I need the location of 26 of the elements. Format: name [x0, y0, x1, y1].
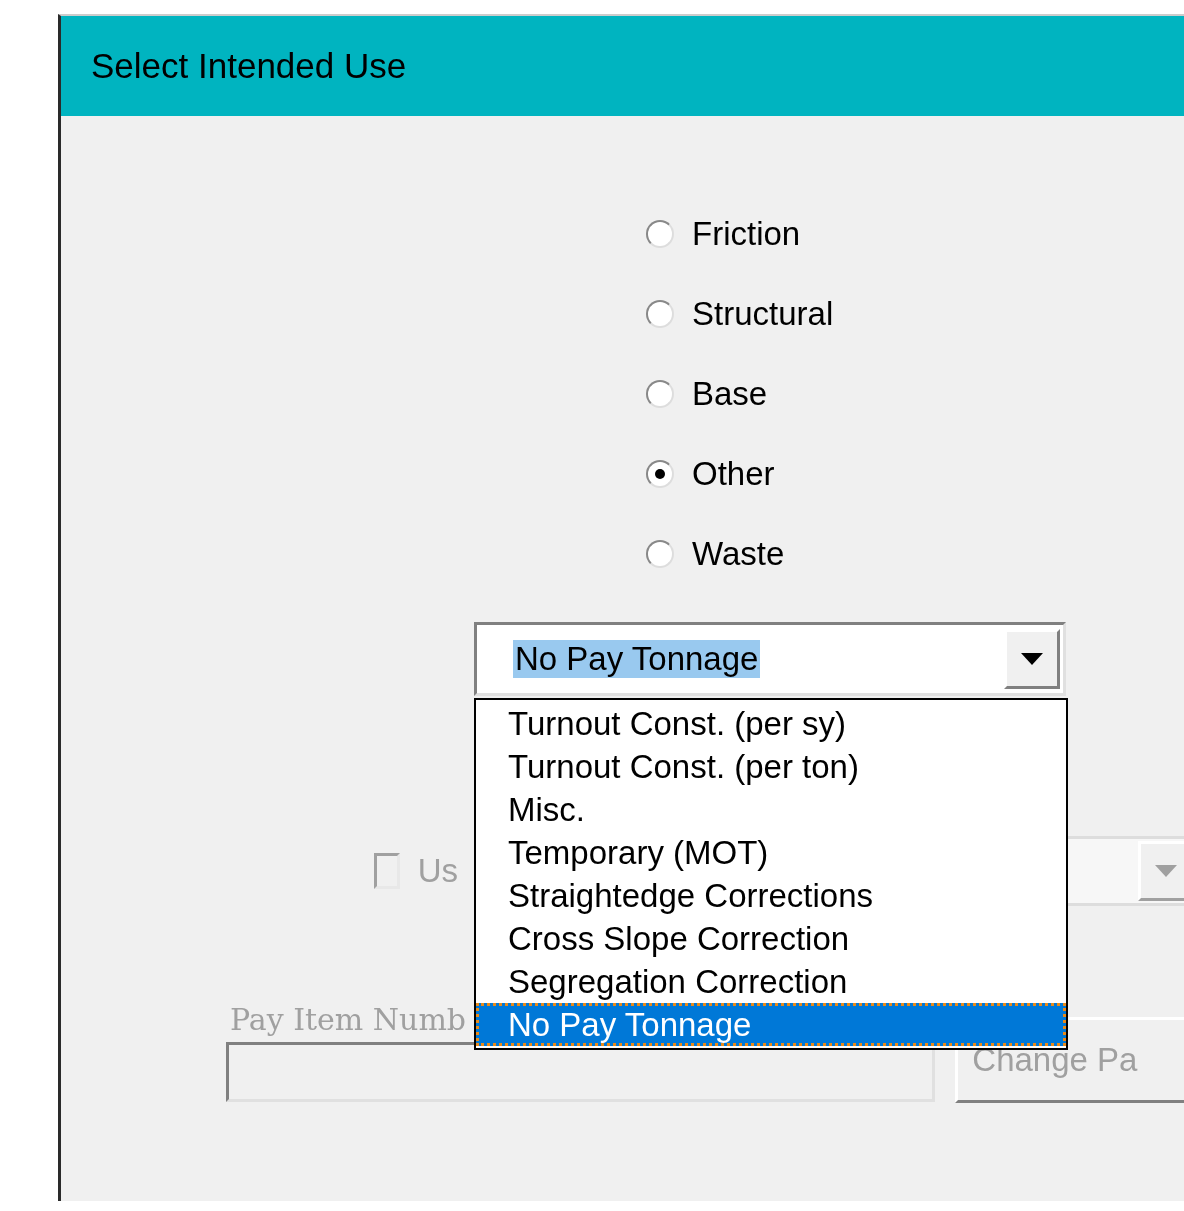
caret-icon — [1155, 865, 1177, 877]
radio-option[interactable]: Structural — [646, 274, 834, 354]
list-item[interactable]: Turnout Const. (per ton) — [476, 745, 1066, 788]
radio-button[interactable] — [646, 540, 674, 568]
radio-button[interactable] — [646, 220, 674, 248]
radio-button[interactable] — [646, 300, 674, 328]
radio-option[interactable]: Friction — [646, 194, 801, 274]
checkbox-label: Us — [417, 852, 458, 890]
list-item[interactable]: Cross Slope Correction — [476, 917, 1066, 960]
radio-option[interactable]: Other — [646, 434, 775, 514]
radio-button[interactable] — [646, 380, 674, 408]
radio-button[interactable] — [646, 460, 674, 488]
dropdown-value: No Pay Tonnage — [513, 640, 761, 678]
list-item[interactable]: No Pay Tonnage — [476, 1003, 1066, 1046]
radio-option[interactable]: Base — [646, 354, 768, 434]
list-item[interactable]: Temporary (MOT) — [476, 831, 1066, 874]
use-dropdown[interactable]: No Pay Tonnage — [474, 622, 1066, 696]
list-item[interactable]: Misc. — [476, 788, 1066, 831]
radio-option[interactable]: Waste — [646, 514, 785, 594]
list-item[interactable]: Turnout Const. (per sy) — [476, 702, 1066, 745]
list-item[interactable]: Segregation Correction — [476, 960, 1066, 1003]
list-item[interactable]: Straightedge Corrections — [476, 874, 1066, 917]
field-label: Pay Item Numb — [230, 1001, 467, 1039]
caret-icon — [1021, 653, 1043, 665]
dropdown-button[interactable] — [1004, 629, 1060, 689]
window-title: Select Intended Use — [91, 46, 407, 86]
